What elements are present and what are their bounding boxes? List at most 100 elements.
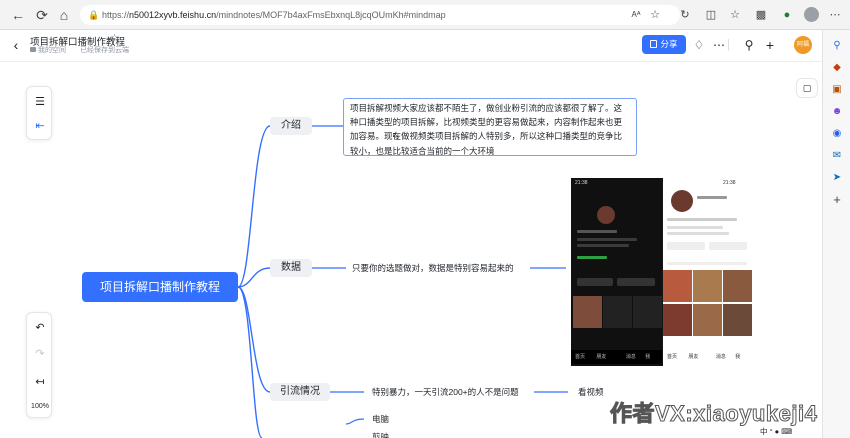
- send-icon[interactable]: ➤: [831, 172, 843, 184]
- games-icon[interactable]: ◉: [831, 128, 843, 140]
- split-screen-icon[interactable]: ◫: [702, 6, 720, 24]
- topic-traffic[interactable]: 引流情况: [270, 383, 330, 401]
- share-label: 分享: [660, 39, 678, 49]
- favorite-star-icon[interactable]: ☆: [646, 6, 664, 24]
- phone-bio-bar: [577, 238, 637, 241]
- outline-icon[interactable]: ☰: [27, 91, 53, 113]
- add-sidebar-icon[interactable]: +: [831, 193, 843, 206]
- phone-bottom-nav: 首页 朋友 消息 我: [663, 350, 752, 364]
- redo-icon[interactable]: ↷: [27, 343, 53, 365]
- sub-item-computer[interactable]: 电脑: [372, 413, 389, 425]
- phone-profile-avatar: [671, 190, 693, 212]
- keyboard-icon[interactable]: ⌨: [781, 427, 792, 436]
- microphone-icon[interactable]: ●: [775, 427, 780, 436]
- phone-nav-label: 消息: [625, 354, 636, 360]
- url-path: /mindnotes/MOF7b4axFmsEbxnqL8jcqOUmKh#mi…: [216, 10, 446, 20]
- phone-status-time: 21:38: [723, 180, 736, 186]
- phone-status-time: 21:38: [575, 180, 588, 186]
- phone-bio-bar: [667, 226, 723, 229]
- sub-item-capcut[interactable]: 剪映: [372, 431, 389, 438]
- app-header: ‹ 项目拆解口播制作教程 ☆ 我的空间 已经保存到云端 分享 ♢ ⋯ ⚲ + 阿…: [0, 30, 822, 62]
- briefcase-icon[interactable]: ▣: [831, 84, 843, 96]
- url-domain: n50012xyvb.feishu.cn: [129, 10, 217, 20]
- undo-icon[interactable]: ↶: [27, 317, 53, 339]
- url-prefix: https://: [102, 10, 130, 20]
- phone-video-tile: [693, 304, 722, 336]
- phone-tag-bar: [577, 256, 607, 259]
- home-icon[interactable]: ⌂: [54, 5, 74, 25]
- refresh-page-icon[interactable]: ↻: [676, 6, 694, 24]
- share-icon: [650, 40, 658, 48]
- phone-nav-label: 消息: [715, 354, 726, 360]
- browser-back-icon[interactable]: ←: [8, 5, 28, 25]
- mouse-cursor-icon: ⬁: [392, 131, 400, 141]
- people-icon[interactable]: ☻: [831, 106, 843, 118]
- tray-text: 中 °: [760, 427, 775, 436]
- more-icon[interactable]: ⋯: [826, 6, 844, 24]
- expand-icon[interactable]: ⇤: [27, 115, 53, 137]
- phone-nav-label: 首页: [575, 354, 586, 360]
- reader-mode-icon[interactable]: Aᴬ: [627, 6, 645, 24]
- zoom-level[interactable]: 100%: [27, 403, 53, 410]
- topic-intro[interactable]: 介绍: [270, 117, 312, 135]
- view-tool-panel: ☰ ⇤: [26, 86, 52, 140]
- phone-bottom-nav: 首页 朋友 消息 我: [571, 350, 662, 364]
- browser-sidebar: ⚲ ◆ ▣ ☻ ◉ ✉ ➤ +: [822, 30, 850, 438]
- favorites-icon[interactable]: ☆: [726, 6, 744, 24]
- intro-text-node[interactable]: 项目拆解视频大家应该都不陌生了，做创业粉引流的应该都很了解了。这种口播类型的项目…: [343, 98, 637, 156]
- link-sub-computer: [345, 418, 365, 425]
- phone-bio-bar-2: [577, 244, 629, 247]
- user-avatar[interactable]: 阿福: [794, 36, 812, 54]
- phone-profile-avatar: [597, 206, 615, 224]
- author-watermark: 作者VX:xiaoyukeji4: [609, 401, 818, 427]
- phone-group-button: [709, 242, 747, 250]
- phone-video-tile: [723, 270, 752, 302]
- browser-profile-avatar[interactable]: [804, 7, 819, 22]
- phone-video-tile: [723, 304, 752, 336]
- phone-bio-bar-2: [667, 232, 729, 235]
- lock-icon: 🔒: [88, 10, 100, 20]
- more-options-icon[interactable]: ⋯: [710, 36, 728, 54]
- mindmap-canvas[interactable]: ☰ ⇤ ↶ ↷ ↤ 100% ▢ 项目拆解口播制作教程 介绍 数据 引流情况 项…: [0, 62, 822, 438]
- folder-icon: [30, 47, 36, 52]
- extension-icon[interactable]: ●: [778, 6, 796, 24]
- phone-video-tile: [693, 270, 722, 302]
- star-icon[interactable]: ☆: [110, 33, 119, 44]
- phone-nav-label: 我: [645, 354, 651, 360]
- browser-toolbar: ← ⟳ ⌂ 🔒 https://n50012xyvb.feishu.cn/min…: [0, 0, 850, 30]
- outlook-icon[interactable]: ✉: [831, 150, 843, 162]
- data-text-node[interactable]: 只要你的选题做对，数据是特别容易起来的: [352, 262, 514, 274]
- tag-icon[interactable]: ◆: [831, 62, 843, 74]
- link-root-traffic: [237, 286, 271, 393]
- phone-video-tile: [603, 296, 632, 328]
- root-node[interactable]: 项目拆解口播制作教程: [82, 272, 238, 302]
- edit-tool-panel: ↶ ↷ ↤ 100%: [26, 312, 52, 418]
- phone-nav-label: 首页: [667, 354, 678, 360]
- collections-icon[interactable]: ▩: [752, 6, 770, 24]
- space-link[interactable]: 我的空间: [38, 45, 66, 55]
- phone-video-tile: [663, 304, 692, 336]
- share-button[interactable]: 分享: [642, 35, 686, 54]
- back-icon[interactable]: ‹: [8, 36, 24, 54]
- system-tray: 中 ° ● ⌨: [760, 426, 822, 438]
- plus-icon[interactable]: +: [761, 36, 779, 54]
- link-root-more: [237, 286, 263, 438]
- phone-screenshot-image[interactable]: 21:38 首页 朋友 消息 我 21:38 首页 朋友 消息 我: [571, 178, 752, 366]
- phone-edit-button: [577, 278, 613, 286]
- comment-icon[interactable]: ▢: [796, 78, 818, 98]
- phone-video-tile: [633, 296, 662, 328]
- address-bar[interactable]: 🔒 https://n50012xyvb.feishu.cn/mindnotes…: [80, 5, 680, 25]
- phone-name-bar: [577, 230, 617, 233]
- collapse-icon[interactable]: ↤: [27, 371, 53, 393]
- search-icon[interactable]: ⚲: [740, 36, 758, 54]
- traffic-followup-node[interactable]: 看视频: [578, 386, 604, 398]
- bell-icon[interactable]: ♢: [690, 36, 708, 54]
- phone-video-tile: [663, 270, 692, 302]
- refresh-icon[interactable]: ⟳: [32, 5, 52, 25]
- phone-name-bar: [697, 196, 727, 199]
- header-divider: [728, 39, 729, 51]
- topic-data[interactable]: 数据: [270, 259, 312, 277]
- search-sidebar-icon[interactable]: ⚲: [831, 40, 843, 52]
- traffic-text-node[interactable]: 特别暴力，一天引流200+的人不是问题: [372, 386, 519, 398]
- phone-tab-bar: [667, 262, 747, 265]
